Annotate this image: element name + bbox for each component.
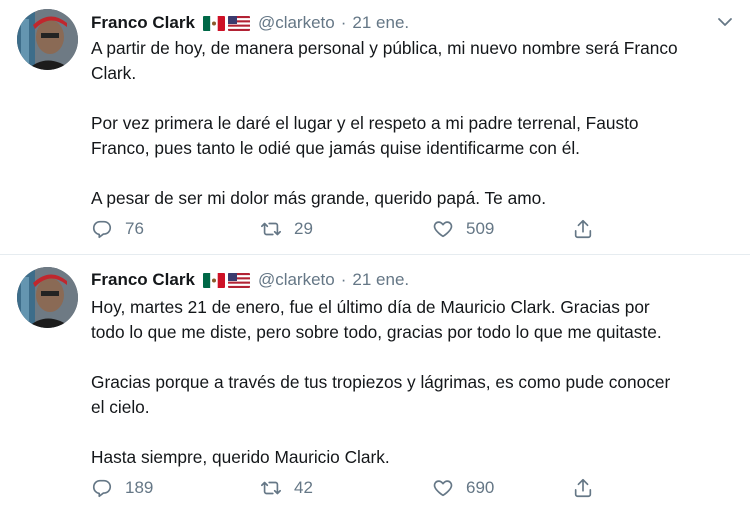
retweet-count: 29 [294, 219, 313, 238]
tweet-text: Hoy, martes 21 de enero, fue el último d… [91, 297, 671, 467]
mexico-flag-icon [202, 15, 225, 31]
tweet-actions: 76 29 509 [91, 217, 594, 241]
like-icon [433, 480, 453, 497]
like-count: 690 [466, 478, 495, 497]
tweet[interactable]: Franco Clark @clarketo · 21 ene. Hoy, ma… [0, 255, 750, 506]
tweet-text: A partir de hoy, de manera personal y pú… [91, 38, 678, 208]
avatar[interactable] [17, 9, 78, 70]
user-handle[interactable]: @clarketo [258, 270, 335, 290]
like-button[interactable]: 509 [432, 217, 572, 241]
name-flags [202, 272, 250, 288]
retweet-count: 42 [294, 478, 313, 497]
like-icon [433, 221, 453, 238]
like-button[interactable]: 690 [432, 476, 572, 500]
chevron-down-icon[interactable] [716, 13, 734, 31]
tweet[interactable]: Franco Clark @clarketo · 21 ene. A parti… [0, 0, 750, 255]
retweet-button[interactable]: 29 [260, 217, 432, 241]
reply-icon [92, 479, 112, 498]
user-handle[interactable]: @clarketo [258, 13, 335, 33]
usa-flag-icon [227, 15, 250, 31]
share-button[interactable] [572, 476, 594, 500]
avatar[interactable] [17, 267, 78, 328]
tweet-date[interactable]: 21 ene. [352, 270, 409, 290]
tweet-header: Franco Clark @clarketo · 21 ene. [91, 269, 409, 291]
tweet-date[interactable]: 21 ene. [352, 13, 409, 33]
usa-flag-icon [227, 272, 250, 288]
mexico-flag-icon [202, 272, 225, 288]
reply-icon [92, 220, 112, 239]
share-icon [574, 478, 592, 498]
reply-button[interactable]: 76 [91, 217, 260, 241]
retweet-icon [261, 222, 281, 236]
tweet-header: Franco Clark @clarketo · 21 ene. [91, 12, 409, 34]
share-button[interactable] [572, 217, 594, 241]
separator-dot: · [340, 270, 347, 289]
display-name[interactable]: Franco Clark [91, 13, 195, 33]
reply-count: 76 [125, 219, 144, 238]
share-icon [574, 219, 592, 239]
reply-count: 189 [125, 478, 154, 497]
tweet-actions: 189 42 690 [91, 476, 594, 500]
retweet-button[interactable]: 42 [260, 476, 432, 500]
separator-dot: · [340, 13, 347, 32]
reply-button[interactable]: 189 [91, 476, 260, 500]
like-count: 509 [466, 219, 495, 238]
retweet-icon [261, 481, 281, 495]
display-name[interactable]: Franco Clark [91, 270, 195, 290]
name-flags [202, 15, 250, 31]
